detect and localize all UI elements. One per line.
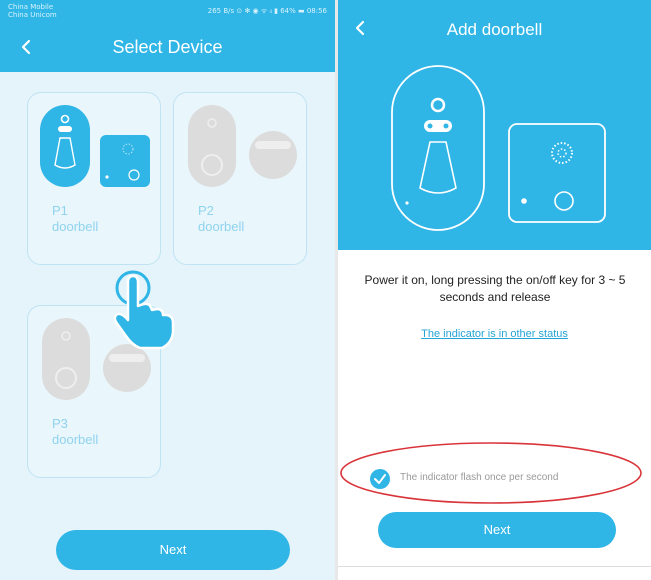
add-doorbell-screen: Add doorbell Power it on, long pressing … xyxy=(338,0,651,580)
device-model-p1: P1 xyxy=(52,203,68,218)
header-bar: Select Device xyxy=(0,22,335,72)
chime-icon xyxy=(249,131,297,179)
device-model-p3: P3 xyxy=(52,416,68,431)
confirm-label: The indicator flash once per second xyxy=(400,472,559,483)
device-type-p2: doorbell xyxy=(198,219,245,234)
device-card-p1[interactable]: P1 doorbell xyxy=(27,92,161,265)
indicator-confirm-checkbox[interactable]: The indicator flash once per second xyxy=(370,467,640,491)
next-button[interactable]: Next xyxy=(378,512,616,548)
device-list: P1 doorbell P2 doorbell P3 doorbell xyxy=(0,72,335,580)
header-bar: Add doorbell xyxy=(338,0,651,60)
doorbell-icon xyxy=(40,105,90,187)
instruction-text: Power it on, long pressing the on/off ke… xyxy=(364,273,626,304)
page-title: Add doorbell xyxy=(446,20,543,39)
device-type-p1: doorbell xyxy=(52,219,99,234)
carrier-label-1: China Mobile xyxy=(8,3,54,11)
bottom-divider xyxy=(338,566,651,567)
device-type-p3: doorbell xyxy=(52,432,99,447)
select-device-screen: China Mobile China Unicom 265 B/s ⊙ ✻ ◉ … xyxy=(0,0,335,580)
doorbell-icon xyxy=(188,105,236,187)
chime-icon xyxy=(100,135,150,187)
chime-icon xyxy=(103,344,151,392)
check-icon[interactable] xyxy=(370,469,390,489)
device-illustration xyxy=(338,60,651,250)
status-indicators: 265 B/s ⊙ ✻ ◉ ᯤ ᵢₗ ▮ 64% ▬ 08:56 xyxy=(207,7,327,15)
device-p1-illustration xyxy=(40,105,150,187)
pointing-hand-icon xyxy=(113,270,175,350)
device-p2-illustration xyxy=(188,105,297,187)
carrier-label-2: China Unicom xyxy=(8,11,57,19)
page-title: Select Device xyxy=(112,37,223,57)
device-model-p2: P2 xyxy=(198,203,214,218)
indicator-status-link[interactable]: The indicator is in other status xyxy=(338,328,651,340)
status-bar: China Mobile China Unicom 265 B/s ⊙ ✻ ◉ … xyxy=(0,0,335,22)
next-button[interactable]: Next xyxy=(56,530,290,570)
doorbell-icon xyxy=(42,318,90,400)
chime-icon xyxy=(508,123,606,223)
device-card-p2[interactable]: P2 doorbell xyxy=(173,92,307,265)
doorbell-icon xyxy=(391,65,485,231)
